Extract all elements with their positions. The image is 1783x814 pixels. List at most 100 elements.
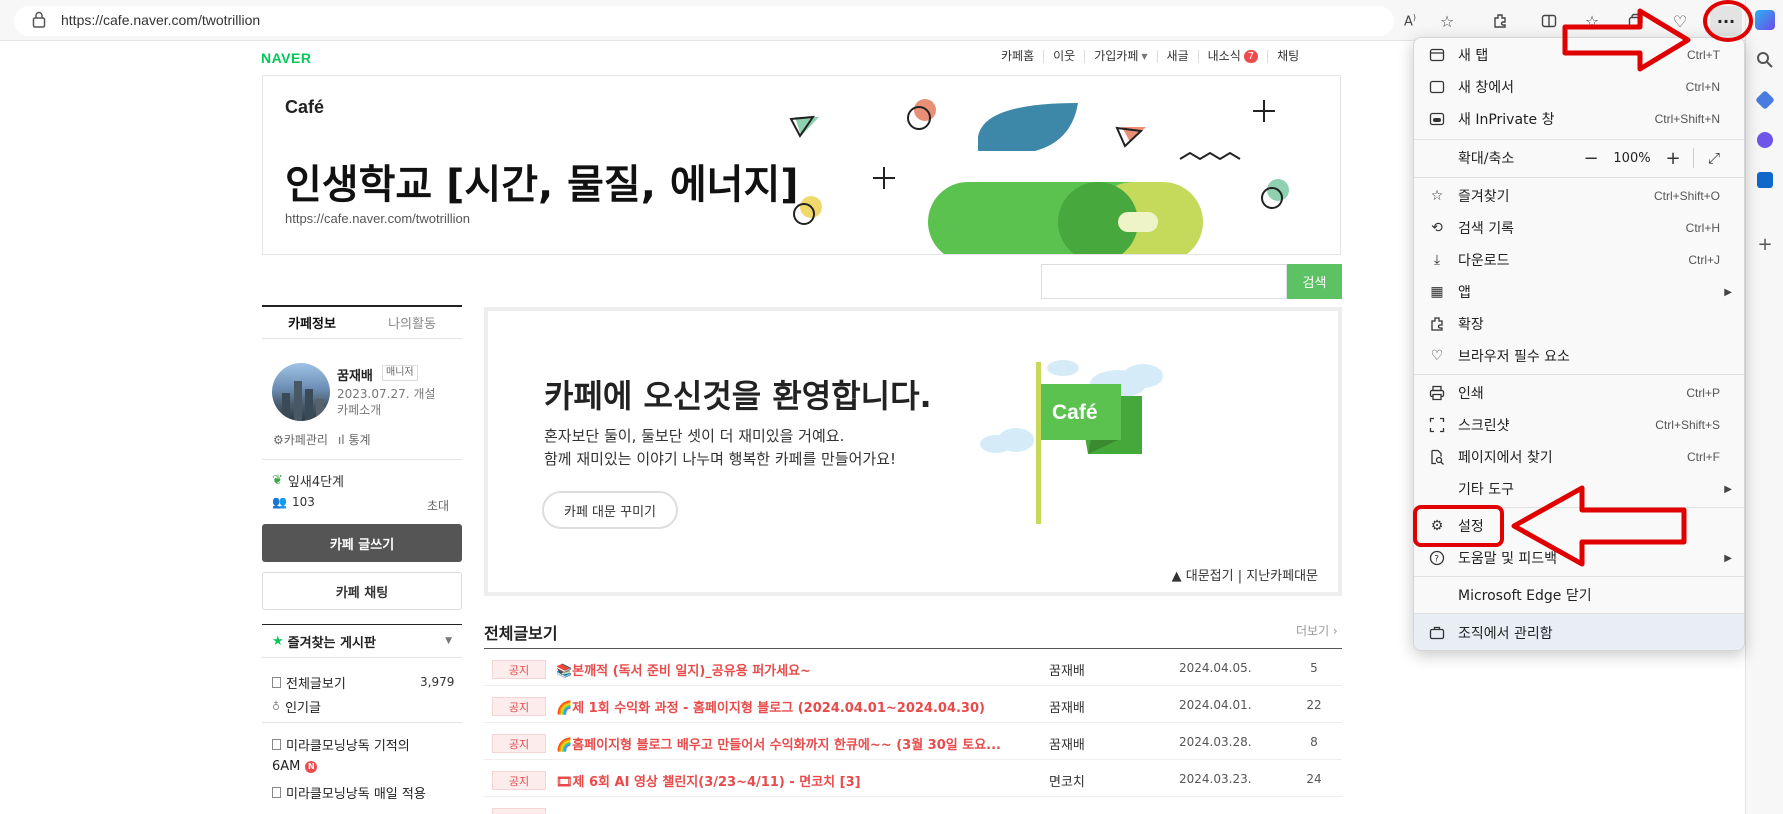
manager-name[interactable]: 꿈재배 <box>337 365 373 384</box>
star-icon: ★ <box>272 633 284 649</box>
shopping-icon[interactable] <box>1755 90 1775 110</box>
post-author[interactable]: 면코치 <box>1049 771 1085 790</box>
split-screen-icon[interactable] <box>1537 9 1561 33</box>
url-text[interactable]: https://cafe.naver.com/twotrillion <box>61 12 260 28</box>
cafe-search-button[interactable]: 검색 <box>1287 264 1342 299</box>
menu-downloads[interactable]: ⤓ 다운로드 Ctrl+J <box>1414 244 1744 276</box>
menu-popular[interactable]: ♁ 인기글 <box>272 697 321 716</box>
menu-managed-by-org[interactable]: 조직에서 관리함 <box>1414 614 1744 650</box>
table-row[interactable]: 공지 🌈제 1회 수익화 과정 - 홈페이지형 블로그 (2024.04.01~… <box>484 686 1342 723</box>
favorite-star-icon[interactable]: ☆ <box>1435 9 1459 33</box>
cafe-manage-link[interactable]: ⚙카페관리 <box>273 431 328 448</box>
cafe-search-input[interactable] <box>1041 264 1287 299</box>
post-title[interactable]: 📚본깨적 (독서 준비 일지)_공유용 퍼가세요~ <box>556 660 1006 679</box>
post-date: 2024.03.23. <box>1179 772 1252 786</box>
menu-history[interactable]: ⟲ 검색 기록 Ctrl+H <box>1414 212 1744 244</box>
menu-screenshot[interactable]: 스크린샷 Ctrl+Shift+S <box>1414 409 1744 441</box>
favorites-icon: ☆ <box>1430 188 1444 204</box>
lock-icon <box>32 11 46 28</box>
read-aloud-icon[interactable]: A) <box>1398 9 1422 33</box>
menu-browser-essentials[interactable]: ♡ 브라우저 필수 요소 <box>1414 340 1744 372</box>
outlook-icon[interactable] <box>1757 172 1773 188</box>
post-author[interactable]: 꿈재배 <box>1049 660 1085 679</box>
decorate-front-button[interactable]: 카페 대문 꾸미기 <box>542 491 678 529</box>
zoom-out-button[interactable]: − <box>1575 148 1607 169</box>
new-window-icon <box>1428 78 1446 96</box>
menu-separator <box>1414 576 1744 577</box>
tab-my-activity[interactable]: 나의활동 <box>362 307 462 338</box>
post-author[interactable]: 꿈재배 <box>1049 697 1085 716</box>
menu-6am[interactable]: 6AM N <box>272 759 318 774</box>
menu-miracle-daily[interactable]: 미라클모닝낭독 매일 적용 <box>272 783 426 802</box>
post-title[interactable]: 🌈홈페이지형 블로그 배우고 만들어서 수익화까지 한큐에~~ (3월 30일 … <box>556 734 1006 753</box>
zoom-in-button[interactable]: + <box>1657 148 1689 169</box>
cafe-intro-link[interactable]: 카페소개 <box>337 401 381 418</box>
nav-my-news[interactable]: 내소식 7 <box>1197 50 1268 63</box>
menu-print[interactable]: 인쇄 Ctrl+P <box>1414 377 1744 409</box>
tools-icon[interactable] <box>1757 132 1773 148</box>
notice-badge-partial <box>492 808 546 814</box>
menu-label: 새 창에서 <box>1458 80 1514 96</box>
table-row[interactable]: 공지 🎞제 6회 AI 영상 챌린지(3/23~4/11) - 면코치 [3] … <box>484 760 1342 797</box>
document-icon <box>272 787 281 798</box>
menu-new-window[interactable]: 새 창에서 Ctrl+N <box>1414 71 1744 103</box>
stats-label: 통계 <box>348 433 371 447</box>
menu-shortcut: Ctrl+N <box>1685 80 1720 94</box>
tab-cafe-info[interactable]: 카페정보 <box>262 307 362 338</box>
nav-chat[interactable]: 채팅 <box>1267 50 1308 63</box>
menu-label: Microsoft Edge 닫기 <box>1458 588 1592 604</box>
table-row[interactable] <box>484 797 1342 814</box>
post-title[interactable]: 🌈제 1회 수익화 과정 - 홈페이지형 블로그 (2024.04.01~202… <box>556 697 1006 716</box>
menu-favorites[interactable]: ☆ 즐겨찾기 Ctrl+Shift+O <box>1414 180 1744 212</box>
menu-close-edge[interactable]: Microsoft Edge 닫기 <box>1414 579 1744 611</box>
table-row[interactable]: 공지 🌈홈페이지형 블로그 배우고 만들어서 수익화까지 한큐에~~ (3월 3… <box>484 723 1342 760</box>
nav-cafe-home[interactable]: 카페홈 <box>992 50 1043 63</box>
menu-apps[interactable]: ▦ 앱 ▶ <box>1414 276 1744 308</box>
member-count[interactable]: 👥 103 <box>272 495 315 509</box>
post-author[interactable]: 꿈재배 <box>1049 734 1085 753</box>
manager-tag: 매니저 <box>382 365 418 381</box>
manager-avatar[interactable] <box>272 363 330 421</box>
add-icon[interactable]: + <box>1755 235 1775 255</box>
menu-label: 전체글보기 <box>286 677 346 692</box>
extensions-icon[interactable] <box>1488 9 1512 33</box>
copilot-icon[interactable] <box>1755 10 1775 30</box>
annotation-box <box>1413 505 1504 547</box>
nav-label: 새글 <box>1166 49 1189 63</box>
post-title[interactable]: 🎞제 6회 AI 영상 챌린지(3/23~4/11) - 면코치 [3] <box>556 771 1006 790</box>
screenshot-icon <box>1428 416 1446 434</box>
table-row[interactable]: 공지 📚본깨적 (독서 준비 일지)_공유용 퍼가세요~ 꿈재배 2024.04… <box>484 649 1342 686</box>
cafe-level[interactable]: ❦ 잎새4단계 <box>272 471 344 490</box>
cafe-chat-button[interactable]: 카페 채팅 <box>262 572 462 610</box>
all-posts-title[interactable]: 전체글보기 <box>484 620 558 644</box>
favorite-boards[interactable]: ★ 즐겨찾는 게시판 ▼ <box>262 624 462 658</box>
more-link[interactable]: 더보기 › <box>1296 622 1338 639</box>
bar-chart-icon: ıl <box>337 433 345 447</box>
svg-text:?: ? <box>1434 555 1439 565</box>
naver-logo[interactable]: NAVER <box>261 50 311 66</box>
nav-label: 이웃 <box>1053 49 1076 63</box>
search-icon[interactable] <box>1755 50 1775 70</box>
menu-miracle-morning[interactable]: 미라클모닝낭독 기적의 <box>272 735 410 754</box>
menu-all-posts[interactable]: 전체글보기 <box>272 673 346 692</box>
cafe-banner[interactable]: Café 인생학교 [시간, 물질, 에너지] https://cafe.nav… <box>262 75 1341 255</box>
stats-link[interactable]: ıl 통계 <box>338 431 371 448</box>
menu-extensions[interactable]: 확장 <box>1414 308 1744 340</box>
new-tab-icon <box>1428 46 1446 64</box>
welcome-title: 카페에 오신것을 환영합니다. <box>544 377 932 415</box>
invite-link[interactable]: 초대 <box>427 497 449 514</box>
zoom-separator <box>1693 148 1694 168</box>
nav-joined-cafes[interactable]: 가입카페 ▼ <box>1084 50 1156 63</box>
caret-down-icon[interactable]: ▼ <box>445 636 452 646</box>
menu-new-inprivate[interactable]: 새 InPrivate 창 Ctrl+Shift+N <box>1414 103 1744 135</box>
menu-find-on-page[interactable]: 페이지에서 찾기 Ctrl+F <box>1414 441 1744 473</box>
cafe-write-button[interactable]: 카페 글쓰기 <box>262 524 462 562</box>
caret-down-icon: ▼ <box>1141 52 1148 61</box>
nav-new-posts[interactable]: 새글 <box>1156 49 1198 63</box>
fold-front-link[interactable]: ▲ 대문접기 | 지난카페대문 <box>1172 565 1318 584</box>
edge-sidebar: + <box>1745 0 1783 814</box>
nav-neighbors[interactable]: 이웃 <box>1043 50 1084 63</box>
fullscreen-icon[interactable]: ⤢ <box>1698 149 1730 167</box>
post-date: 2024.04.01. <box>1179 698 1252 712</box>
find-page-icon <box>1428 448 1446 466</box>
